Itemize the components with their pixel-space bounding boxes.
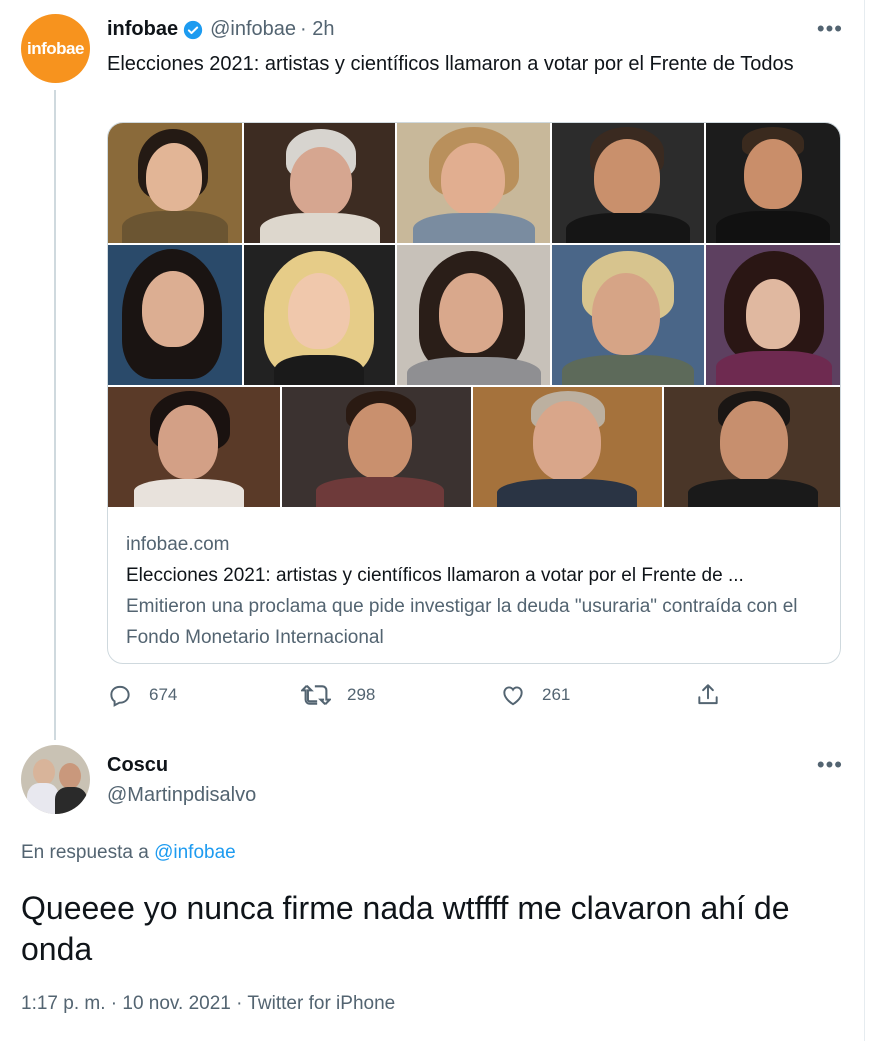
heart-icon [503,686,523,706]
author-name[interactable]: Coscu [107,754,168,777]
share-button[interactable] [695,682,721,708]
tweet-meta[interactable]: 1:17 p. m. · 10 nov. 2021 · Twitter for … [21,993,395,1015]
coscu-avatar[interactable] [21,745,90,814]
column-divider [864,0,865,1041]
like-button[interactable]: 261 [500,682,570,708]
retweet-icon [301,685,331,705]
card-image [108,123,840,507]
infobae-avatar[interactable]: infobae [21,14,90,83]
tweet-text: Queeee yo nunca firme nada wtffff me cla… [21,890,790,967]
tweet-text: Elecciones 2021: artistas y científicos … [107,53,794,75]
retweet-button[interactable]: 298 [301,682,375,708]
like-count: 261 [542,685,571,704]
avatar-logo-text: infobae [27,38,84,58]
reply-context: En respuesta a @infobae [21,842,236,864]
card-description: Emitieron una proclama que pide investig… [126,596,798,648]
author-handle[interactable]: @Martinpdisalvo [107,784,256,807]
reply-button[interactable]: 674 [107,682,177,708]
tweet-header: infobae @infobae · 2h [107,18,335,41]
retweet-count: 298 [347,685,376,704]
tweet-actions: 674 298 261 [107,682,727,714]
reply-count: 674 [149,685,178,704]
more-options-icon[interactable]: ••• [817,16,843,42]
more-options-icon[interactable]: ••• [817,752,843,778]
author-name[interactable]: infobae [107,18,178,41]
card-title: Elecciones 2021: artistas y científicos … [126,565,744,586]
verified-badge-icon [183,20,203,39]
card-domain: infobae.com [126,534,230,555]
link-card[interactable]: infobae.com Elecciones 2021: artistas y … [107,122,841,664]
reply-to-link[interactable]: @infobae [154,842,236,863]
author-handle[interactable]: @infobae [210,18,296,41]
tweet-time[interactable]: · 2h [300,18,334,41]
share-icon [698,684,718,705]
reply-prefix: En respuesta a [21,842,149,863]
thread-line [54,90,56,740]
reply-icon [110,685,130,707]
